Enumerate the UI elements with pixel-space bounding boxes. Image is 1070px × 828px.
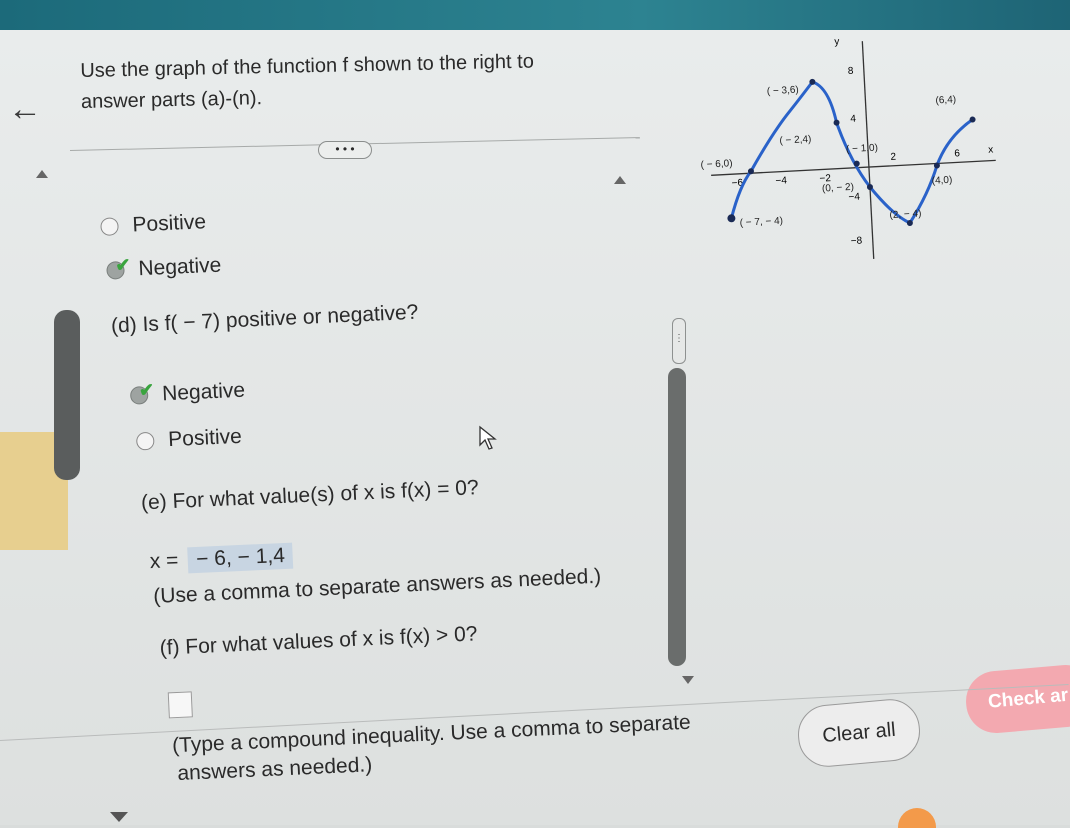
radio-button[interactable] — [100, 217, 119, 236]
collapse-left-icon[interactable] — [36, 170, 48, 178]
option-label: Positive — [167, 424, 243, 452]
radio-button-selected[interactable]: ✔ — [129, 380, 155, 405]
x-tick-label: −4 — [775, 175, 787, 187]
radio-button-selected[interactable]: ✔ — [106, 255, 131, 280]
collapse-right-icon[interactable] — [614, 176, 626, 184]
checkmark-icon: ✔ — [138, 379, 155, 401]
option-label: Negative — [137, 253, 222, 281]
point-label: ( − 1,0) — [846, 143, 879, 156]
scroll-down-icon[interactable] — [682, 676, 694, 684]
option-negative-c[interactable]: ✔ Negative — [106, 254, 222, 283]
function-graph: y x 8 4 −4 −8 −6 −4 −2 2 6 ( − 3,6) (6,4… — [700, 36, 996, 259]
point-label: ( − 7, − 4) — [739, 216, 783, 229]
question-f: (f) For what values of x is f(x) > 0? — [159, 622, 478, 660]
y-tick-label: −8 — [851, 235, 863, 247]
option-negative-d[interactable]: ✔ Negative — [129, 378, 246, 408]
answer-prefix: x = — [149, 548, 179, 574]
graph-point — [727, 214, 736, 223]
x-tick-label: 6 — [954, 148, 961, 159]
question-panel: Positive ✔ Negative (d) Is f( − 7) posit… — [100, 188, 727, 815]
expand-more-button[interactable]: • • • — [318, 141, 372, 159]
point-label: (6,4) — [935, 94, 956, 106]
question-e: (e) For what value(s) of x is f(x) = 0? — [140, 476, 480, 515]
vertical-scroll-indicator[interactable]: ⋮ — [672, 318, 686, 364]
option-label: Negative — [161, 378, 246, 406]
point-label: (2, − 4) — [889, 208, 922, 221]
option-positive-d[interactable]: Positive — [135, 424, 243, 454]
answer-row-e: x = − 6, − 1,4 — [149, 542, 294, 575]
x-axis-label: x — [988, 145, 994, 156]
mouse-cursor-icon — [479, 425, 497, 450]
answer-input-f[interactable] — [167, 691, 193, 719]
back-arrow-icon[interactable]: ← — [8, 90, 42, 129]
point-label: ( − 2,4) — [779, 134, 812, 147]
option-positive-c[interactable]: Positive — [100, 210, 207, 239]
expand-down-icon[interactable] — [110, 812, 128, 822]
option-label: Positive — [131, 210, 207, 237]
checkmark-icon: ✔ — [114, 254, 131, 276]
point-label: (4,0) — [931, 175, 952, 187]
hint-f-line2: answers as needed.) — [176, 753, 373, 786]
right-scrollbar-thumb[interactable] — [668, 368, 686, 666]
y-tick-label: 4 — [850, 114, 857, 125]
answer-input-e[interactable]: − 6, − 1,4 — [187, 542, 294, 574]
y-tick-label: 8 — [848, 66, 855, 77]
point-label: ( − 3,6) — [767, 85, 800, 98]
y-axis-label: y — [834, 36, 840, 47]
question-d: (d) Is f( − 7) positive or negative? — [110, 300, 419, 338]
point-label: (0, − 2) — [822, 182, 855, 195]
instructions-text: Use the graph of the function f shown to… — [80, 50, 535, 113]
x-tick-label: 2 — [890, 152, 897, 163]
y-tick-label: −4 — [848, 192, 860, 204]
radio-button[interactable] — [135, 431, 155, 451]
left-scrollbar-thumb[interactable] — [54, 310, 80, 480]
point-label: ( − 6,0) — [700, 158, 733, 171]
